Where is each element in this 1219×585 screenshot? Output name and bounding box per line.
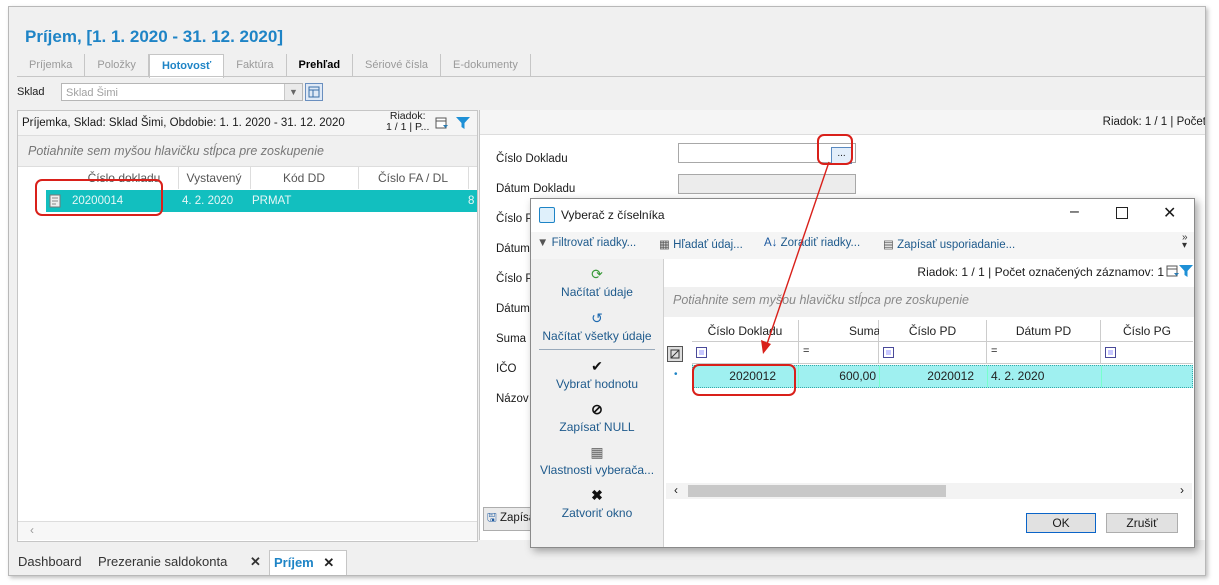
annotation-arrow bbox=[761, 161, 830, 354]
